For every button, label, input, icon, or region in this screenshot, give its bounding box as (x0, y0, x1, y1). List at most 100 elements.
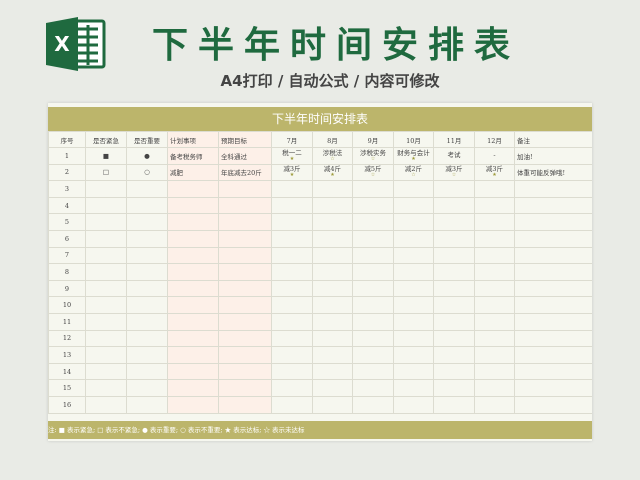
empty-cell[interactable] (167, 329, 219, 348)
empty-cell[interactable] (85, 395, 127, 414)
empty-cell[interactable] (218, 379, 272, 397)
col-header[interactable]: 备注 (514, 131, 592, 148)
empty-cell[interactable] (85, 263, 127, 281)
empty-cell[interactable] (126, 229, 168, 248)
empty-cell[interactable] (514, 329, 592, 348)
empty-cell[interactable] (85, 180, 127, 198)
note-cell[interactable]: 体重可能反弹哦! (514, 163, 592, 182)
empty-cell[interactable] (393, 346, 434, 364)
empty-cell[interactable] (167, 229, 219, 248)
empty-cell[interactable] (312, 329, 353, 348)
empty-cell[interactable] (271, 346, 313, 364)
empty-cell[interactable] (271, 263, 313, 281)
empty-cell[interactable] (352, 312, 394, 331)
empty-cell[interactable] (352, 180, 394, 198)
empty-cell[interactable] (352, 246, 394, 265)
empty-cell[interactable] (167, 246, 219, 265)
month-cell[interactable]: 减3斤 ☆ (433, 163, 475, 182)
empty-cell[interactable] (167, 213, 219, 231)
empty-cell[interactable] (126, 296, 168, 314)
empty-cell[interactable] (352, 296, 394, 314)
empty-cell[interactable] (167, 180, 219, 198)
empty-cell[interactable] (271, 329, 313, 348)
empty-cell[interactable] (352, 395, 394, 414)
col-header[interactable]: 11月 (433, 131, 475, 148)
empty-cell[interactable] (126, 196, 168, 215)
empty-cell[interactable] (271, 296, 313, 314)
row-number[interactable]: 15 (48, 379, 86, 397)
empty-cell[interactable] (393, 246, 434, 265)
empty-cell[interactable] (474, 346, 515, 364)
empty-cell[interactable] (85, 329, 127, 348)
empty-cell[interactable] (514, 213, 592, 231)
empty-cell[interactable] (433, 329, 475, 348)
empty-cell[interactable] (514, 312, 592, 331)
goal-cell[interactable]: 全科通过 (218, 147, 272, 165)
important-cell[interactable]: ● (126, 147, 168, 165)
empty-cell[interactable] (218, 395, 272, 414)
month-cell[interactable]: 涉税法 ☆ (312, 147, 353, 165)
item-cell[interactable]: 减肥 (167, 163, 219, 182)
empty-cell[interactable] (474, 329, 515, 348)
empty-cell[interactable] (352, 362, 394, 381)
empty-cell[interactable] (474, 312, 515, 331)
empty-cell[interactable] (85, 296, 127, 314)
empty-cell[interactable] (393, 362, 434, 381)
empty-cell[interactable] (126, 395, 168, 414)
empty-cell[interactable] (126, 362, 168, 381)
empty-cell[interactable] (126, 180, 168, 198)
empty-cell[interactable] (85, 229, 127, 248)
empty-cell[interactable] (433, 180, 475, 198)
empty-cell[interactable] (167, 296, 219, 314)
empty-cell[interactable] (514, 362, 592, 381)
empty-cell[interactable] (167, 312, 219, 331)
month-cell[interactable]: 税一二 ★ (271, 147, 313, 165)
empty-cell[interactable] (514, 246, 592, 265)
empty-cell[interactable] (271, 279, 313, 298)
empty-cell[interactable] (167, 362, 219, 381)
note-cell[interactable]: 加油! (514, 147, 592, 165)
month-cell[interactable]: 减5斤 ☆ (352, 163, 394, 182)
empty-cell[interactable] (514, 263, 592, 281)
empty-cell[interactable] (433, 296, 475, 314)
month-cell[interactable]: 减2斤 ☆ (393, 163, 434, 182)
empty-cell[interactable] (167, 196, 219, 215)
empty-cell[interactable] (433, 312, 475, 331)
empty-cell[interactable] (514, 379, 592, 397)
empty-cell[interactable] (474, 196, 515, 215)
month-cell[interactable]: 减3斤 ★ (271, 163, 313, 182)
row-number[interactable]: 12 (48, 329, 86, 348)
empty-cell[interactable] (474, 279, 515, 298)
empty-cell[interactable] (393, 263, 434, 281)
empty-cell[interactable] (312, 246, 353, 265)
empty-cell[interactable] (474, 395, 515, 414)
empty-cell[interactable] (218, 312, 272, 331)
col-header[interactable]: 8月 (312, 131, 353, 148)
empty-cell[interactable] (312, 379, 353, 397)
empty-cell[interactable] (393, 312, 434, 331)
empty-cell[interactable] (218, 346, 272, 364)
empty-cell[interactable] (312, 279, 353, 298)
empty-cell[interactable] (352, 196, 394, 215)
empty-cell[interactable] (514, 296, 592, 314)
empty-cell[interactable] (271, 196, 313, 215)
empty-cell[interactable] (433, 213, 475, 231)
important-cell[interactable]: ○ (126, 163, 168, 182)
empty-cell[interactable] (85, 379, 127, 397)
empty-cell[interactable] (514, 229, 592, 248)
row-number[interactable]: 9 (48, 279, 86, 298)
empty-cell[interactable] (271, 395, 313, 414)
empty-cell[interactable] (218, 279, 272, 298)
empty-cell[interactable] (433, 229, 475, 248)
empty-cell[interactable] (85, 312, 127, 331)
empty-cell[interactable] (218, 362, 272, 381)
empty-cell[interactable] (312, 213, 353, 231)
empty-cell[interactable] (126, 279, 168, 298)
empty-cell[interactable] (271, 379, 313, 397)
empty-cell[interactable] (312, 229, 353, 248)
empty-cell[interactable] (433, 196, 475, 215)
empty-cell[interactable] (218, 296, 272, 314)
empty-cell[interactable] (312, 196, 353, 215)
empty-cell[interactable] (126, 246, 168, 265)
empty-cell[interactable] (393, 213, 434, 231)
